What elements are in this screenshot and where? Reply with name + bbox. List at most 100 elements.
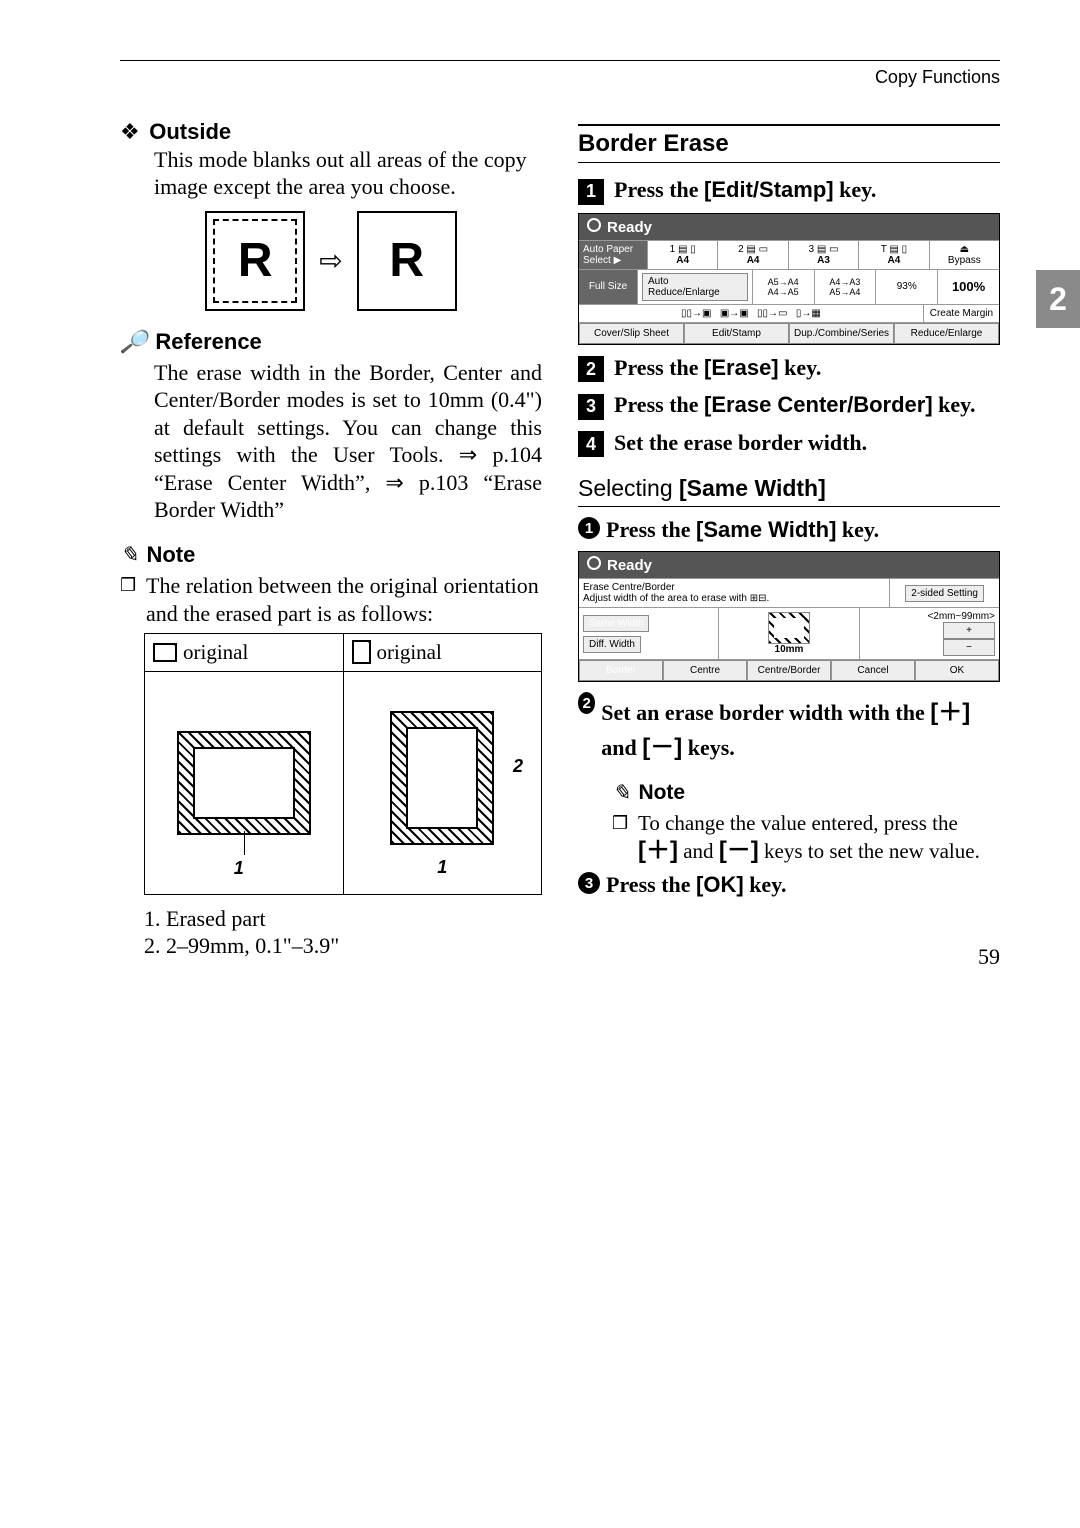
reference-body: The erase width in the Border, Center an…: [154, 359, 542, 524]
lcd-screenshot-2: Ready Erase Centre/Border Adjust width o…: [578, 551, 1000, 682]
diamond-icon: ❖: [120, 119, 140, 144]
c2-a: Set an erase border width with the: [601, 700, 930, 725]
note-icon: ✎: [120, 542, 138, 568]
c1-b: key.: [836, 517, 879, 542]
lcd2-sub: Adjust width of the area to erase with: [583, 593, 750, 604]
lcd1-tray2: A4: [747, 255, 760, 266]
step4-text: Set the erase border width.: [614, 430, 867, 456]
lcd2-diff-width: Diff. Width: [583, 636, 641, 653]
page-number: 59: [978, 944, 1000, 970]
c2-c: keys.: [682, 735, 735, 760]
lcd2-minus: −: [943, 639, 995, 656]
reference-title: Reference: [155, 329, 261, 355]
note-item-orientation: The relation between the original orient…: [120, 572, 542, 629]
step-2-badge: 2: [578, 356, 604, 382]
lcd2-value: 10mm: [775, 644, 804, 655]
lcd2-2sided: 2-sided Setting: [905, 585, 984, 602]
lcd1-ratio-btn2: A4→A3 A5→A4: [815, 270, 877, 304]
lcd1-tray4: A4: [888, 255, 901, 266]
outside-title: Outside: [149, 119, 231, 144]
lcd1-auto-paper: Auto Paper Select ▶: [579, 241, 648, 269]
lcd1-ratio: 93%: [876, 270, 938, 304]
lcd1-edit-stamp: Edit/Stamp: [684, 323, 789, 344]
header-section: Copy Functions: [120, 67, 1000, 88]
c3-key: [OK]: [696, 872, 744, 897]
minus-key-1: [－]: [642, 734, 682, 761]
lcd1-dup-combine: Dup./Combine/Series: [789, 323, 894, 344]
note-icon-right: ✎: [612, 780, 630, 806]
c3-b: key.: [744, 872, 787, 897]
lcd1-ratio-btn1: A5→A4 A4→A5: [753, 270, 815, 304]
left-column: ❖ Outside This mode blanks out all areas…: [120, 118, 542, 960]
lcd2-range: <2mm~99mm>: [927, 611, 995, 622]
lcd1-tray3: A3: [817, 255, 830, 266]
step-1-badge: 1: [578, 179, 604, 205]
range-label: 2. 2–99mm, 0.1"–3.9": [144, 932, 542, 960]
subheading-prefix: Selecting: [578, 475, 679, 501]
lcd1-100: 100%: [938, 270, 999, 304]
step3-b: key.: [933, 392, 976, 417]
col2-label: original: [377, 640, 442, 665]
step2-b: key.: [779, 355, 822, 380]
dim-1b: 1: [437, 857, 447, 878]
step3-key: [Erase Center/Border]: [704, 392, 933, 417]
lcd1-auto-reduce: Auto Reduce/Enlarge: [642, 273, 748, 301]
lcd1-cover-slip: Cover/Slip Sheet: [579, 323, 684, 344]
right-column: Border Erase 1 Press the [Edit/Stamp] ke…: [578, 118, 1000, 960]
outside-figure: R ⇨ R: [120, 211, 542, 311]
lcd1-bypass: Bypass: [948, 255, 981, 266]
plus-key-1: [＋]: [930, 699, 970, 726]
lcd2-centre: Centre: [663, 660, 747, 681]
minus-key-2: [－]: [719, 837, 759, 864]
erased-part-label: 1. Erased part: [144, 905, 542, 933]
subheading-key: [Same Width]: [679, 475, 826, 501]
lcd2-plus: +: [943, 622, 995, 639]
note-title-right: Note: [638, 781, 685, 805]
arrow-icon: ⇨: [319, 244, 342, 278]
step1-b: key.: [834, 177, 877, 202]
dim-2: 2: [513, 756, 523, 777]
plus-key-2: [＋]: [638, 837, 678, 864]
lcd2-title: Erase Centre/Border: [583, 582, 675, 593]
step1-a: Press the: [614, 177, 704, 202]
lcd1-ready: Ready: [607, 219, 652, 236]
c1-a: Press the: [606, 517, 696, 542]
lcd2-border: Border: [579, 660, 663, 681]
sub-step-2-badge: 2: [578, 692, 595, 714]
step2-key: [Erase]: [704, 355, 779, 380]
lcd2-ready: Ready: [607, 557, 652, 574]
c3-a: Press the: [606, 872, 696, 897]
step-4-badge: 4: [578, 431, 604, 457]
dim-1a: 1: [234, 858, 244, 878]
lcd2-same-width: Same Width: [583, 615, 649, 632]
step2-a: Press the: [614, 355, 704, 380]
border-erase-heading: Border Erase: [578, 124, 1000, 163]
note-title-left: Note: [146, 542, 195, 568]
lcd1-fullsize: Full Size: [579, 270, 638, 304]
col1-label: original: [183, 640, 248, 665]
step1-key: [Edit/Stamp]: [704, 177, 834, 202]
lcd-screenshot-1: Ready Auto Paper Select ▶ 1 ▤ ▯A4 2 ▤ ▭A…: [578, 213, 1000, 345]
r-after: R: [389, 233, 424, 288]
reference-icon: 🔎: [120, 329, 147, 355]
lcd1-tray1: A4: [676, 255, 689, 266]
sub-step-1-badge: 1: [578, 517, 600, 539]
orientation-table: original original: [144, 633, 542, 895]
chapter-tab: 2: [1036, 270, 1080, 328]
step3-a: Press the: [614, 392, 704, 417]
lcd1-reduce-enlarge: Reduce/Enlarge: [894, 323, 999, 344]
lcd2-ok: OK: [915, 660, 999, 681]
step-3-badge: 3: [578, 394, 604, 420]
c2-b: and: [601, 735, 642, 760]
portrait-icon: [352, 640, 371, 664]
lcd1-create-margin: Create Margin: [924, 305, 999, 322]
note-right-body: To change the value entered, press the […: [612, 810, 1000, 866]
note-r-a: To change the value entered, press the: [638, 811, 958, 835]
c1-key: [Same Width]: [696, 517, 836, 542]
sub-step-3-badge: 3: [578, 872, 600, 894]
lcd2-cancel: Cancel: [831, 660, 915, 681]
landscape-icon: [153, 643, 177, 662]
outside-desc: This mode blanks out all areas of the co…: [154, 146, 542, 201]
note-r-b: and: [678, 839, 719, 863]
lcd2-centre-border: Centre/Border: [747, 660, 831, 681]
